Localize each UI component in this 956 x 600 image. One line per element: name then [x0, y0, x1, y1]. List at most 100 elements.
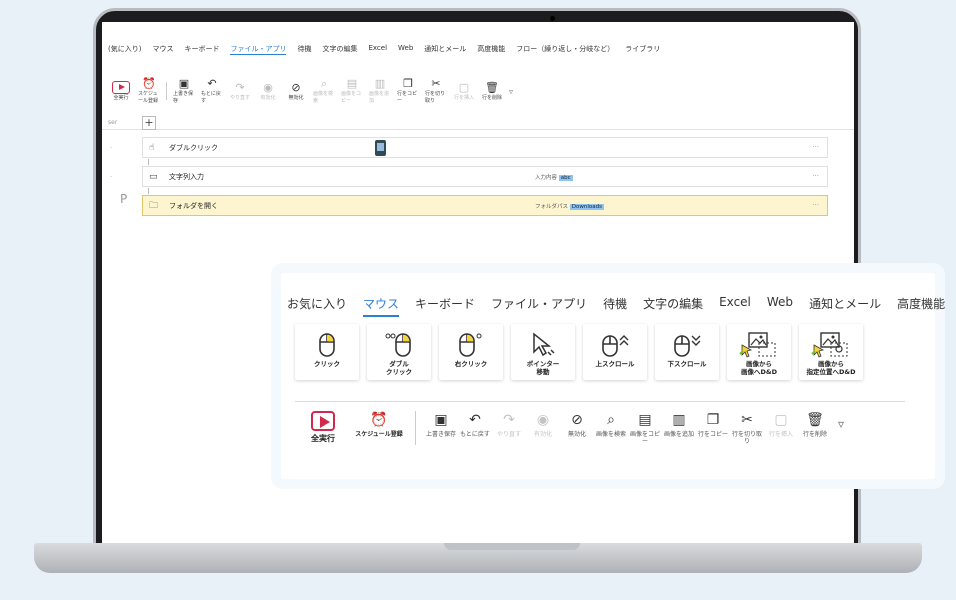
trash-icon: 🗑 — [806, 412, 824, 428]
undo-button[interactable]: ↶ もとに戻す — [458, 411, 492, 438]
tile-image-to-image-dnd[interactable]: 画像から 画像へD&D — [727, 324, 791, 380]
save-button[interactable]: ▣ 上書き保存 — [424, 411, 458, 438]
tile-right-click[interactable]: 右クリック — [439, 324, 503, 380]
mini-tab[interactable]: 待機 — [297, 44, 311, 55]
mini-tab[interactable]: キーボード — [184, 44, 219, 55]
flow-row-detail: フォルダパス Downloads — [535, 204, 604, 210]
category-tabs: お気に入り マウス キーボード ファイル・アプリ 待機 文字の編集 Excel … — [287, 295, 945, 317]
mini-menu-bar: (気に入り) マウス キーボード ファイル・アプリ 待機 文字の編集 Excel… — [108, 44, 660, 55]
mini-tab-active[interactable]: ファイル・アプリ — [230, 44, 287, 55]
mini-delete-row-button[interactable]: 🗑 行を削除 — [481, 81, 503, 101]
tab-mouse[interactable]: マウス — [363, 295, 400, 317]
flow-row-name: ダブルクリック — [169, 143, 218, 152]
image-thumbnail — [375, 140, 386, 156]
mini-cut-row-button[interactable]: ✂ 行を切り取り — [425, 77, 447, 105]
row-menu-button[interactable]: ··· — [812, 201, 819, 209]
row-prefix-label: ser — [108, 119, 118, 126]
tab-advanced[interactable]: 高度機能 — [897, 295, 945, 317]
mini-paste-row-button[interactable]: ▢ 行を挿入 — [453, 81, 475, 101]
tile-pointer-move[interactable]: ポインター 移動 — [511, 324, 575, 380]
undo-icon: ↶ — [469, 412, 481, 428]
scissors-icon: ✂ — [741, 412, 753, 428]
mini-add-image-button[interactable]: ▥ 画像を追加 — [369, 78, 391, 105]
tab-favorites[interactable]: お気に入り — [287, 295, 347, 317]
play-icon — [311, 411, 335, 431]
mini-schedule-button[interactable]: ⏰ スケジュール登録 — [138, 77, 160, 105]
mini-run-button[interactable]: 全実行 — [110, 81, 132, 101]
mini-tab[interactable]: マウス — [152, 44, 173, 55]
flow-row[interactable]: ☝ ダブルクリック ··· — [142, 137, 828, 158]
mini-more-icon[interactable]: ▿ — [509, 87, 513, 96]
search-icon: ⌕ — [320, 77, 328, 90]
cut-row-button[interactable]: ✂ 行を切り取り — [730, 411, 764, 445]
run-all-button[interactable]: 全実行 — [295, 411, 351, 443]
tab-excel[interactable]: Excel — [719, 295, 751, 317]
ribbon-panel: お気に入り マウス キーボード ファイル・アプリ 待機 文字の編集 Excel … — [281, 273, 945, 479]
mini-undo-button[interactable]: ↶ もとに戻す — [201, 78, 223, 105]
save-icon: ▣ — [434, 412, 448, 428]
eye-icon: ◉ — [536, 412, 550, 428]
mini-tab[interactable]: Excel — [368, 44, 387, 55]
tab-file-app[interactable]: ファイル・アプリ — [491, 295, 587, 317]
image-copy-icon: ▤ — [638, 412, 652, 428]
laptop-notch — [444, 543, 580, 550]
mini-tab[interactable]: 文字の編集 — [322, 44, 357, 55]
flow-row-selected[interactable]: 🗀 フォルダを開く フォルダパス Downloads ··· — [142, 195, 828, 216]
alarm-clock-icon: ⏰ — [142, 77, 156, 90]
tile-scroll-down[interactable]: 下スクロール — [655, 324, 719, 380]
mini-search-button[interactable]: ⌕ 画像を検索 — [313, 77, 335, 105]
paste-row-button[interactable]: ▢ 行を挿入 — [764, 411, 798, 438]
copy-icon: ❐ — [706, 412, 720, 428]
flow-row[interactable]: ▭ 文字列入力 入力内容 abc ··· — [142, 166, 828, 187]
tab-wait[interactable]: 待機 — [603, 295, 627, 317]
copy-icon: ❐ — [403, 77, 413, 90]
scissors-icon: ✂ — [431, 77, 441, 90]
mini-tab[interactable]: 高度機能 — [477, 44, 505, 55]
disable-button[interactable]: ⊘ 無効化 — [560, 411, 594, 438]
pointer-move-icon — [533, 332, 555, 357]
mini-tab[interactable]: フロー（繰り返し・分岐など） — [516, 44, 614, 55]
tab-web[interactable]: Web — [767, 295, 793, 317]
zoom-callout: お気に入り マウス キーボード ファイル・アプリ 待機 文字の編集 Excel … — [271, 263, 945, 489]
row-marker: · — [110, 144, 113, 152]
mini-save-button[interactable]: ▣ 上書き保存 — [173, 78, 195, 105]
enable-button[interactable]: ◉ 有効化 — [526, 411, 560, 438]
tile-click[interactable]: クリック — [295, 324, 359, 380]
play-icon — [112, 81, 130, 94]
mini-tab[interactable]: ライブラリ — [625, 44, 660, 55]
mini-tab[interactable]: (気に入り) — [108, 44, 141, 55]
mini-toolbar: 全実行 ⏰ スケジュール登録 ▣ 上書き保存 ↶ もとに戻す ↷ やり直す ◉ 有効化 ⊘… — [110, 78, 513, 104]
add-image-button[interactable]: ▥ 画像を追加 — [662, 411, 696, 438]
tile-scroll-up[interactable]: 上スクロール — [583, 324, 647, 380]
mini-disable-button[interactable]: ⊘ 無効化 — [285, 81, 307, 101]
mini-copy-row-button[interactable]: ❐ 行をコピー — [397, 77, 419, 105]
mini-tab[interactable]: Web — [398, 44, 413, 55]
tab-keyboard[interactable]: キーボード — [415, 295, 475, 317]
mini-redo-button[interactable]: ↷ やり直す — [229, 81, 251, 101]
schedule-button[interactable]: ⏰ スケジュール登録 — [351, 411, 407, 438]
row-menu-button[interactable]: ··· — [812, 143, 819, 151]
row-menu-button[interactable]: ··· — [812, 172, 819, 180]
text-input-icon: ▭ — [149, 171, 158, 182]
scroll-down-icon — [674, 335, 701, 357]
add-step-button[interactable]: + — [142, 116, 156, 130]
redo-button[interactable]: ↷ やり直す — [492, 411, 526, 438]
tile-double-click[interactable]: ダブル クリック — [367, 324, 431, 380]
copy-image-button[interactable]: ▤ 画像をコピー — [628, 411, 662, 445]
delete-row-button[interactable]: 🗑 行を削除 — [798, 411, 832, 438]
tab-text-edit[interactable]: 文字の編集 — [643, 295, 703, 317]
mini-enable-button[interactable]: ◉ 有効化 — [257, 80, 279, 101]
image-copy-icon: ▤ — [346, 77, 358, 90]
cursor-marker: P — [120, 192, 128, 206]
image-add-icon: ▥ — [672, 412, 686, 428]
mini-tab[interactable]: 通知とメール — [424, 44, 466, 55]
mini-copy-image-button[interactable]: ▤ 画像をコピー — [341, 77, 363, 105]
tile-image-to-position-dnd[interactable]: 画像から 指定位置へD&D — [799, 324, 863, 380]
more-chevron-icon[interactable]: ▿ — [838, 417, 844, 431]
tab-notify-mail[interactable]: 通知とメール — [809, 295, 881, 317]
main-toolbar: 全実行 ⏰ スケジュール登録 ▣ 上書き保存 ↶ もとに戻す ↷ やり直す ◉ 有効化 ⊘… — [295, 411, 844, 445]
search-image-button[interactable]: ⌕ 画像を検索 — [594, 411, 628, 438]
image-drag-drop-icon — [739, 332, 776, 358]
eye-icon: ◉ — [263, 80, 273, 94]
copy-row-button[interactable]: ❐ 行をコピー — [696, 411, 730, 438]
